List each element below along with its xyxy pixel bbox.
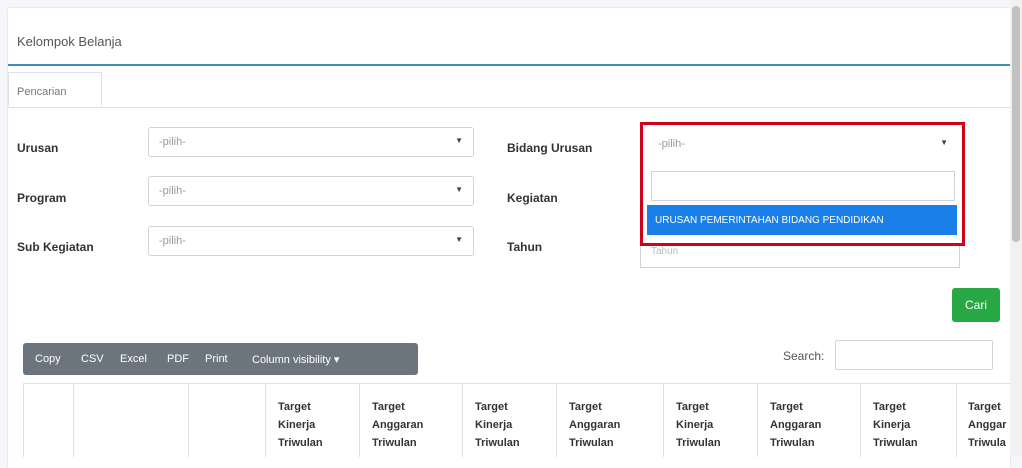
- header-line: Triwulan: [278, 437, 323, 449]
- header-line: Triwulan: [475, 437, 520, 449]
- tahun-input[interactable]: Tahun: [640, 246, 960, 268]
- bidang-urusan-dropdown-highlight: -pilih- ▼ URUSAN PEMERINTAHAN BIDANG PEN…: [640, 122, 965, 246]
- search-input[interactable]: [835, 340, 993, 370]
- tab-pencarian[interactable]: Pencarian: [8, 72, 102, 106]
- header-line: Triwulan: [676, 437, 721, 449]
- scrollbar-thumb[interactable]: [1012, 6, 1020, 242]
- copy-button[interactable]: Copy: [35, 353, 61, 365]
- column-divider: [663, 384, 664, 457]
- export-button-group: Copy CSV Excel PDF Print Column visibili…: [23, 343, 418, 375]
- urusan-label: Urusan: [17, 141, 59, 155]
- bidang-urusan-select-value: -pilih-: [658, 138, 685, 150]
- column-divider: [956, 384, 957, 457]
- column-header[interactable]: Target Anggaran Triwulan: [569, 398, 649, 452]
- chevron-down-icon: ▼: [455, 136, 463, 145]
- header-line: Triwulan: [372, 437, 417, 449]
- column-divider: [757, 384, 758, 457]
- column-divider: [265, 384, 266, 457]
- search-label: Search:: [783, 349, 825, 363]
- data-table-header: Target Kinerja Triwulan Target Anggaran …: [23, 383, 1022, 457]
- header-line: Target: [475, 401, 508, 413]
- chevron-down-icon: ▼: [455, 185, 463, 194]
- card-header: Kelompok Belanja: [8, 8, 1010, 66]
- program-select[interactable]: -pilih- ▼: [148, 176, 474, 206]
- csv-button[interactable]: CSV: [81, 353, 104, 365]
- pdf-button[interactable]: PDF: [167, 353, 189, 365]
- print-button[interactable]: Print: [205, 353, 228, 365]
- chevron-down-icon: ▼: [455, 235, 463, 244]
- tab-bar: Pencarian: [8, 72, 1010, 108]
- dropdown-option-pendidikan[interactable]: URUSAN PEMERINTAHAN BIDANG PENDIDIKAN: [647, 205, 957, 235]
- header-line: Target: [569, 401, 602, 413]
- page-scrollbar[interactable]: [1010, 0, 1022, 456]
- card-title: Kelompok Belanja: [17, 34, 122, 49]
- bidang-urusan-label: Bidang Urusan: [507, 141, 593, 155]
- urusan-select-value: -pilih-: [159, 136, 186, 148]
- program-label: Program: [17, 191, 67, 205]
- column-visibility-button[interactable]: Column visibility ▾: [252, 353, 339, 366]
- header-line: Triwulan: [569, 437, 614, 449]
- excel-button[interactable]: Excel: [120, 353, 147, 365]
- kegiatan-label: Kegiatan: [507, 191, 558, 205]
- header-line: Target: [770, 401, 803, 413]
- column-header[interactable]: Target Anggaran Triwulan: [770, 398, 850, 452]
- sub-kegiatan-select[interactable]: -pilih- ▼: [148, 226, 474, 256]
- header-line: Target: [278, 401, 311, 413]
- column-header[interactable]: Target Kinerja Triwulan: [873, 398, 953, 452]
- header-line: Anggaran: [569, 419, 621, 431]
- header-line: Triwulan: [873, 437, 918, 449]
- chevron-down-icon: ▼: [940, 138, 948, 147]
- header-line: Target: [676, 401, 709, 413]
- column-divider: [860, 384, 861, 457]
- program-select-value: -pilih-: [159, 185, 186, 197]
- header-line: Kinerja: [873, 419, 911, 431]
- header-line: Anggaran: [770, 419, 822, 431]
- column-header[interactable]: Target Kinerja Triwulan: [475, 398, 555, 452]
- tahun-label: Tahun: [507, 240, 543, 254]
- header-line: Target: [372, 401, 405, 413]
- header-line: Kinerja: [278, 419, 316, 431]
- header-line: Anggaran: [372, 419, 424, 431]
- bidang-urusan-select[interactable]: -pilih- ▼: [648, 130, 958, 160]
- sub-kegiatan-select-value: -pilih-: [159, 235, 186, 247]
- column-divider: [73, 384, 74, 457]
- column-header[interactable]: Target Kinerja Triwulan: [676, 398, 756, 452]
- column-divider: [359, 384, 360, 457]
- dropdown-search-input[interactable]: [651, 171, 955, 201]
- header-line: Target: [873, 401, 906, 413]
- column-header[interactable]: Target Kinerja Triwulan: [278, 398, 358, 452]
- sub-kegiatan-label: Sub Kegiatan: [17, 240, 94, 254]
- header-line: Kinerja: [676, 419, 714, 431]
- header-line: Triwulan: [770, 437, 815, 449]
- cari-button[interactable]: Cari: [952, 288, 1000, 322]
- urusan-select[interactable]: -pilih- ▼: [148, 127, 474, 157]
- header-line: Kinerja: [475, 419, 513, 431]
- column-header[interactable]: Target Anggaran Triwulan: [372, 398, 452, 452]
- column-divider: [462, 384, 463, 457]
- column-divider: [188, 384, 189, 457]
- column-divider: [556, 384, 557, 457]
